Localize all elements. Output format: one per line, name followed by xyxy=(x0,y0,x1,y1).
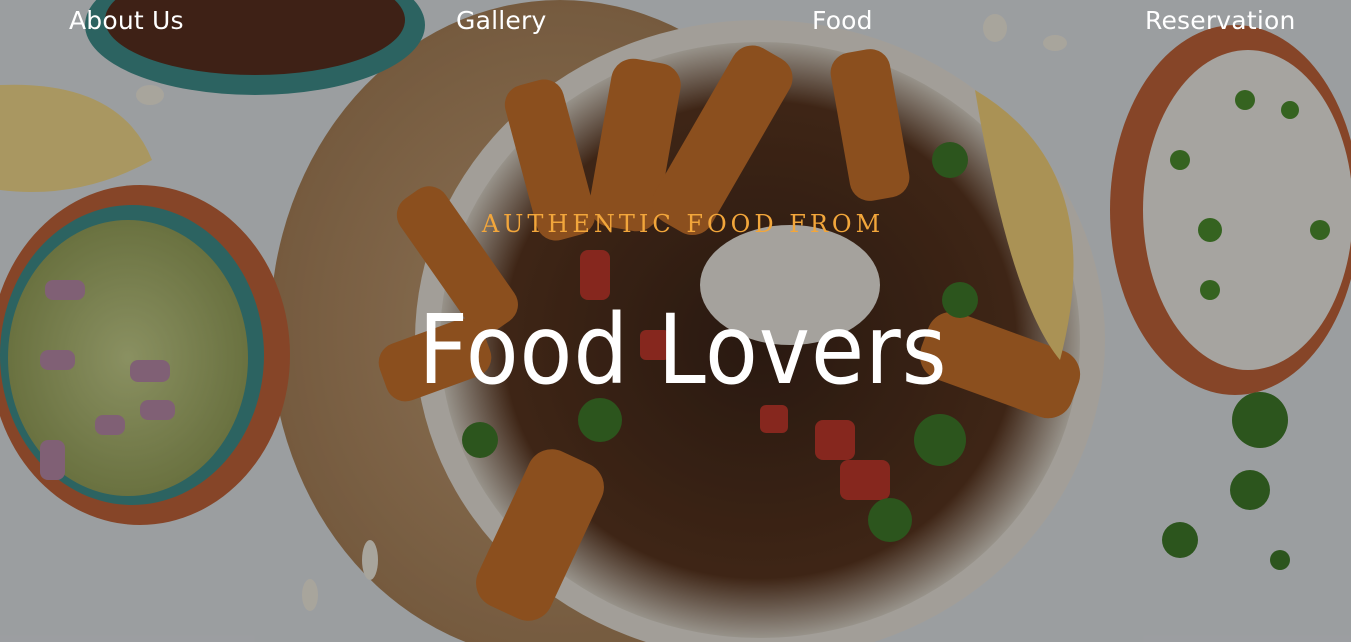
nav-item-gallery[interactable]: Gallery xyxy=(456,6,546,35)
main-nav: About Us Gallery Food Reservation xyxy=(0,0,1351,46)
hero-title: Food Lovers xyxy=(418,294,948,406)
nav-item-food[interactable]: Food xyxy=(812,6,873,35)
hero-section: About Us Gallery Food Reservation AUTHEN… xyxy=(0,0,1351,642)
hero-tagline: AUTHENTIC FOOD FROM xyxy=(481,210,885,238)
nav-item-reservation[interactable]: Reservation xyxy=(1145,6,1296,35)
nav-item-about-us[interactable]: About Us xyxy=(69,6,184,35)
